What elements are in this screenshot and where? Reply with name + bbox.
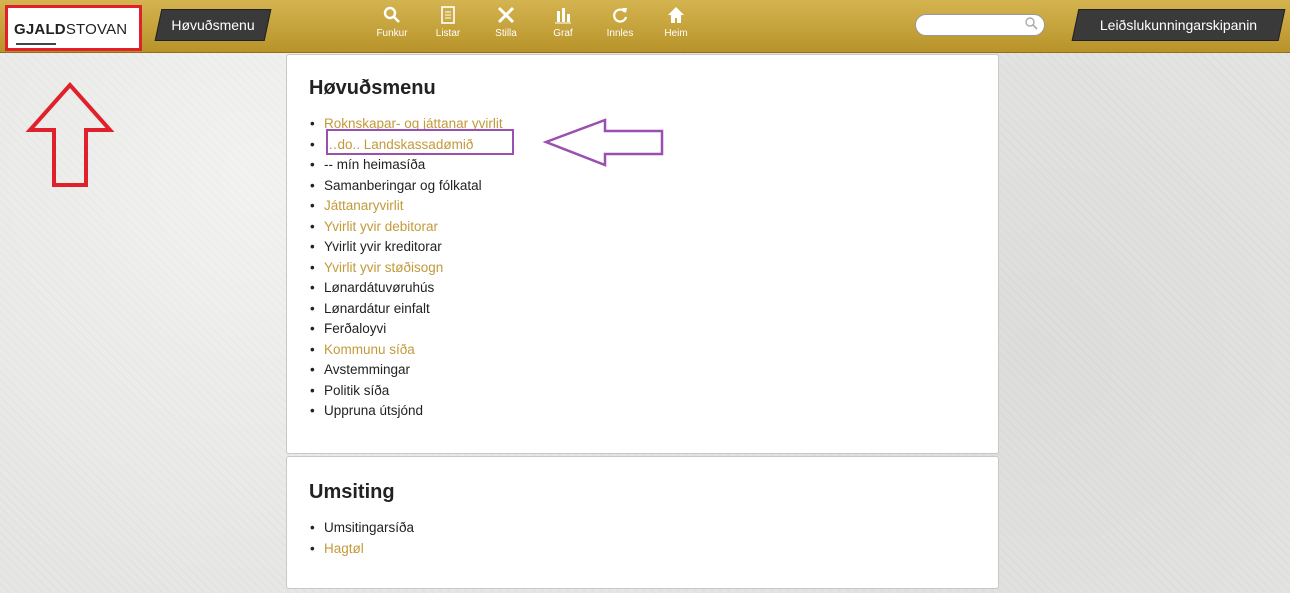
up-arrow-annotation [25, 81, 115, 187]
left-arrow-annotation [542, 118, 664, 167]
annotation-overlay [25, 81, 664, 187]
